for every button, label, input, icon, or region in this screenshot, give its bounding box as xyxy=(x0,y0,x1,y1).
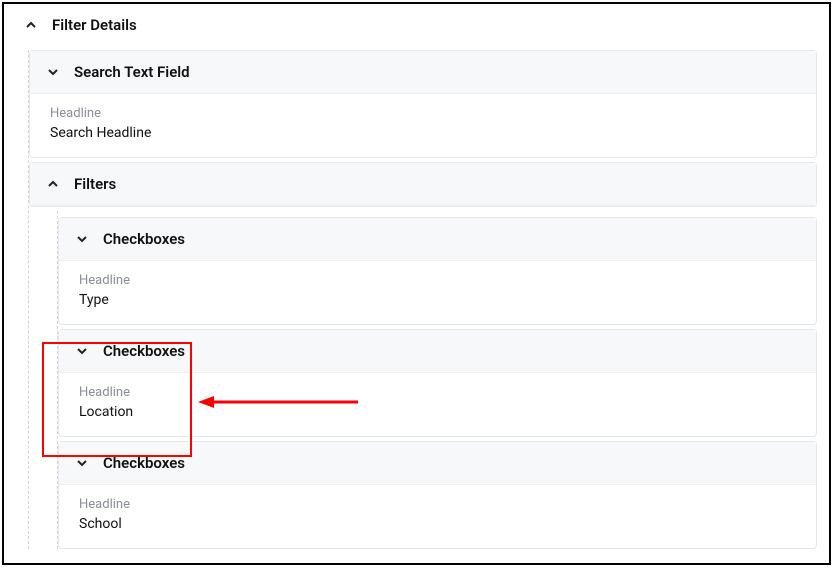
chevron-down-icon xyxy=(46,65,60,79)
panel-checkboxes-location: Checkboxes Headline Location xyxy=(58,329,817,437)
panel-checkboxes-type: Checkboxes Headline Type xyxy=(58,217,817,325)
panel-title: Filters xyxy=(74,175,116,193)
panel-filters: Filters xyxy=(29,162,817,207)
panel-title: Checkboxes xyxy=(103,454,185,472)
filters-children: Checkboxes Headline Type Checkboxes Head… xyxy=(57,211,829,549)
chevron-down-icon xyxy=(75,456,89,470)
field-value: School xyxy=(79,516,796,532)
field-label: Headline xyxy=(79,385,796,400)
field-value: Search Headline xyxy=(50,125,796,141)
chevron-down-icon xyxy=(75,232,89,246)
chevron-up-icon xyxy=(24,18,38,32)
panel-body: Headline Type xyxy=(59,261,816,324)
field-value: Location xyxy=(79,404,796,420)
field-label: Headline xyxy=(79,497,796,512)
filter-details-title: Filter Details xyxy=(52,16,137,34)
panel-head-checkboxes[interactable]: Checkboxes xyxy=(59,442,816,485)
panel-title: Checkboxes xyxy=(103,230,185,248)
panel-head-filters[interactable]: Filters xyxy=(30,163,816,206)
field-label: Headline xyxy=(79,273,796,288)
panel-body: Headline Location xyxy=(59,373,816,436)
panel-title: Search Text Field xyxy=(74,63,190,81)
panel-checkboxes-school: Checkboxes Headline School xyxy=(58,441,817,549)
panel-body-search-text-field: Headline Search Headline xyxy=(30,94,816,157)
panel-head-checkboxes[interactable]: Checkboxes xyxy=(59,330,816,373)
panel-head-search-text-field[interactable]: Search Text Field xyxy=(30,51,816,94)
field-value: Type xyxy=(79,292,796,308)
panel-search-text-field: Search Text Field Headline Search Headli… xyxy=(29,50,817,158)
field-label: Headline xyxy=(50,106,796,121)
panel-title: Checkboxes xyxy=(103,342,185,360)
chevron-up-icon xyxy=(46,177,60,191)
chevron-down-icon xyxy=(75,344,89,358)
panel-head-checkboxes[interactable]: Checkboxes xyxy=(59,218,816,261)
filter-details-header[interactable]: Filter Details xyxy=(4,4,829,46)
panel-body: Headline School xyxy=(59,485,816,548)
